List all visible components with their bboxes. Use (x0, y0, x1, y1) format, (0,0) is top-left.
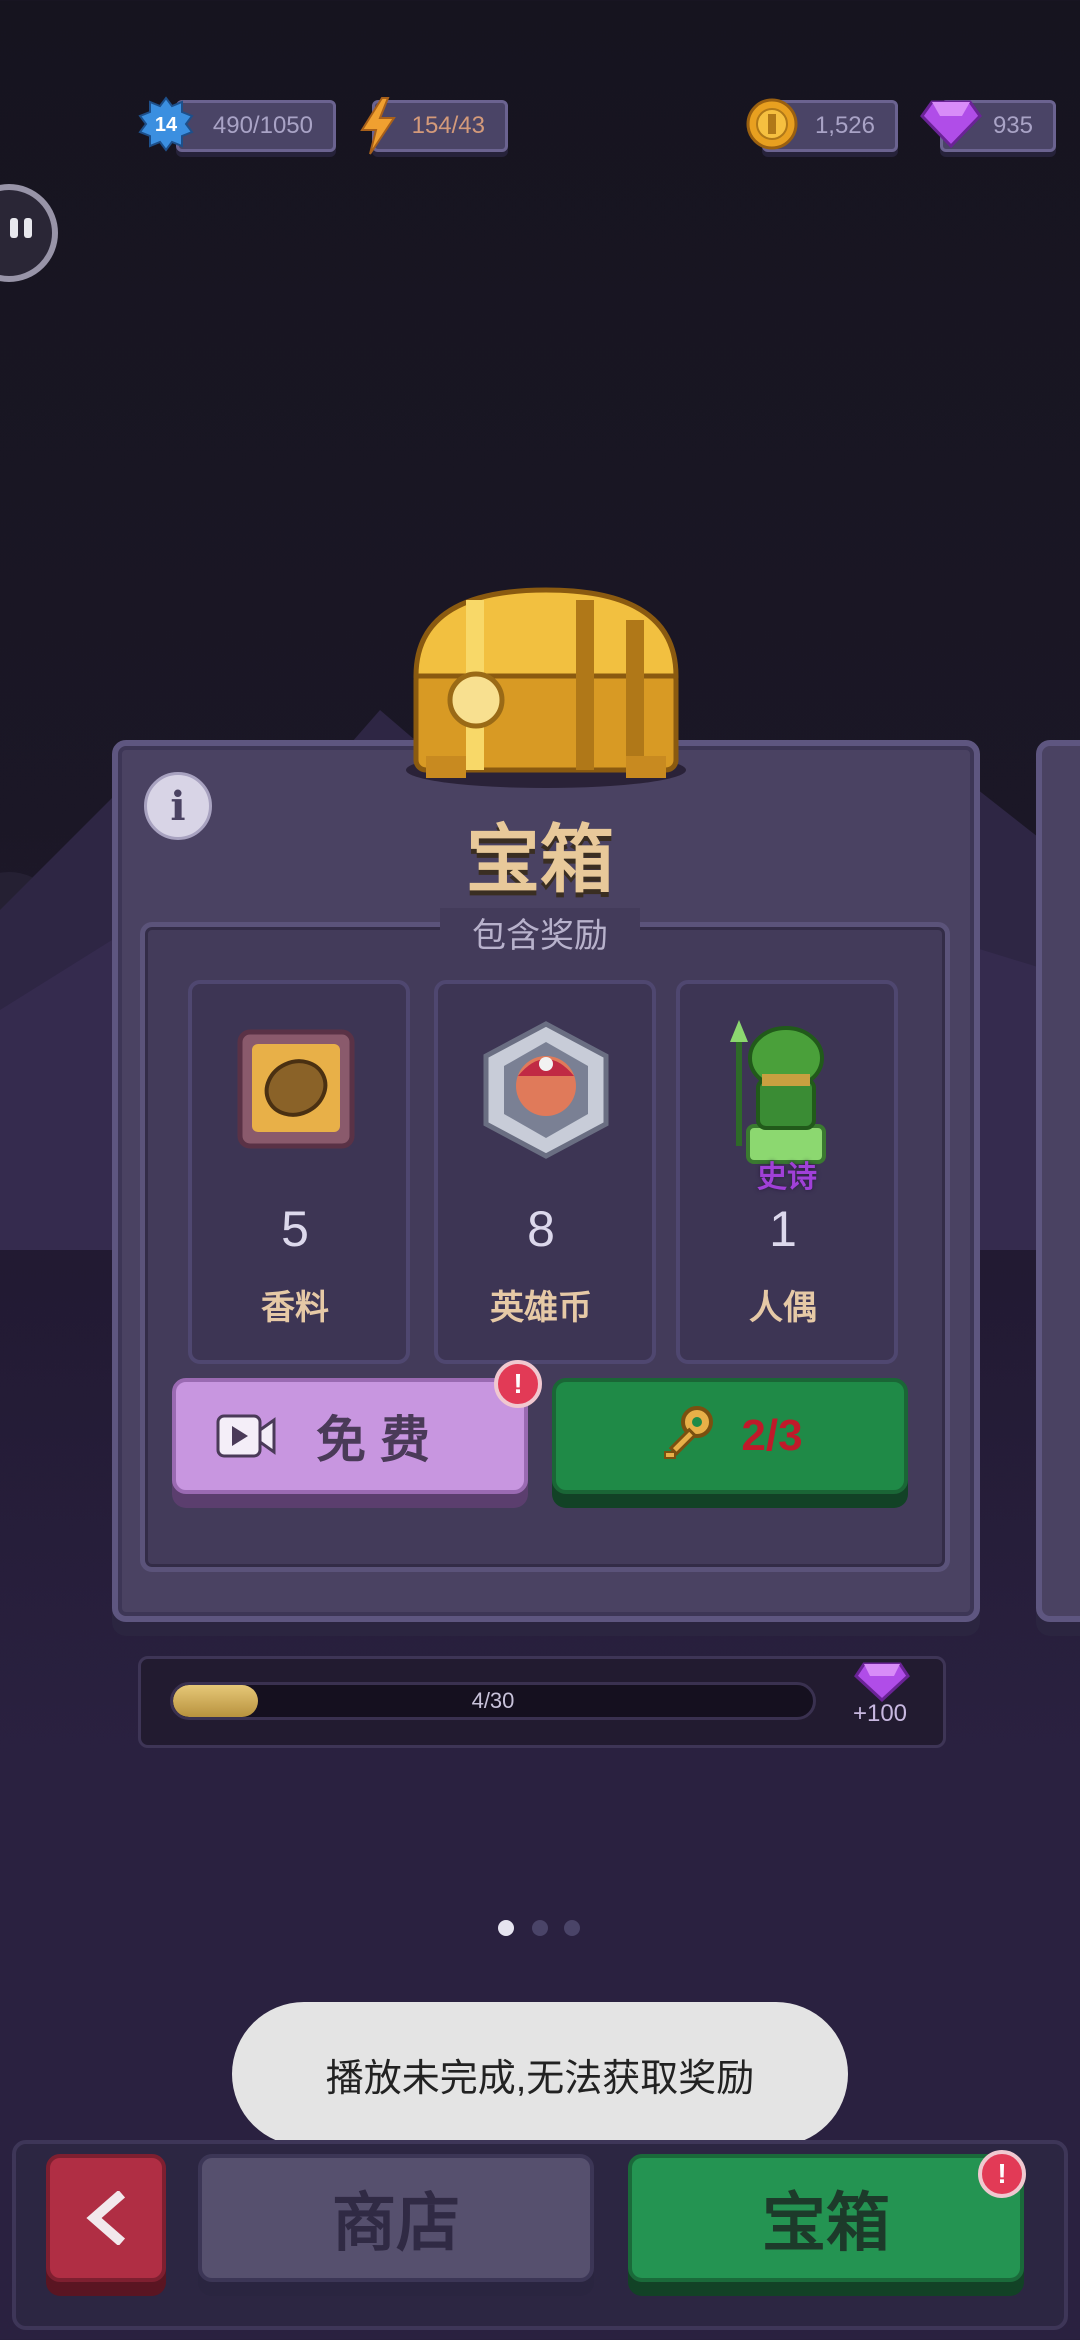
key-progress: 2/3 (741, 1411, 803, 1460)
level-gear-icon: 14 (138, 96, 194, 152)
xp-text: 490/1050 (212, 112, 313, 139)
chevron-left-icon (86, 2191, 126, 2245)
gem-reward-amount: +100 (852, 1700, 908, 1727)
page-dot[interactable] (564, 1920, 580, 1936)
chest-tab-alert-badge: ! (978, 2150, 1026, 2198)
next-chest-panel[interactable] (1036, 740, 1080, 1622)
info-button[interactable]: i (144, 772, 212, 840)
lightning-icon (360, 97, 396, 155)
bot-eye-icon (24, 218, 32, 238)
back-button[interactable] (46, 2154, 166, 2282)
gem-reward-icon (854, 1662, 910, 1702)
toast-message: 播放未完成,无法获取奖励 (232, 2002, 848, 2146)
bot-eye-icon (10, 218, 18, 238)
free-alert-badge: ! (494, 1360, 542, 1408)
reward-count: 5 (281, 1201, 309, 1257)
hero-coin-icon (483, 1021, 609, 1159)
rewards-heading: 包含奖励 (440, 908, 640, 957)
progress-text: 4/30 (471, 1688, 515, 1713)
shop-label: 商店 (332, 2187, 460, 2259)
xp-bar: 490/1050 (176, 100, 336, 152)
energy-text: 154/43 (411, 112, 485, 139)
rarity-label: 史诗 (757, 1161, 817, 1194)
reward-count: 1 (769, 1201, 797, 1257)
coin-icon (746, 98, 798, 150)
reward-label: 英雄币 (490, 1289, 592, 1327)
chest-tab-label: 宝箱 (762, 2187, 890, 2259)
free-button-label: 免 费 (316, 1412, 430, 1468)
open-with-key-button[interactable]: 2/3 (552, 1378, 908, 1494)
level-number: 14 (155, 114, 178, 136)
chest-tab-button[interactable]: 宝箱 (628, 2154, 1024, 2282)
page-dot[interactable] (532, 1920, 548, 1936)
info-icon: i (170, 782, 186, 830)
frog-figure-icon (730, 1020, 826, 1164)
page-dot-active[interactable] (498, 1920, 514, 1936)
shop-tab-button[interactable]: 商店 (198, 2154, 594, 2282)
coin-text: 1,526 (814, 112, 875, 139)
chest-title: 宝箱 (466, 818, 614, 901)
free-watch-ad-button[interactable]: 免 费 (172, 1378, 528, 1494)
gem-icon (920, 100, 982, 148)
helper-bot-button[interactable] (0, 184, 58, 282)
video-play-icon (216, 1414, 276, 1458)
reward-label: 香料 (261, 1289, 329, 1327)
golden-chest-icon (406, 587, 686, 788)
reward-count: 8 (527, 1201, 555, 1257)
spice-seed-icon (237, 1029, 355, 1149)
reward-label: 人偶 (749, 1289, 817, 1327)
key-icon (664, 1406, 714, 1459)
gem-text: 935 (992, 112, 1033, 139)
